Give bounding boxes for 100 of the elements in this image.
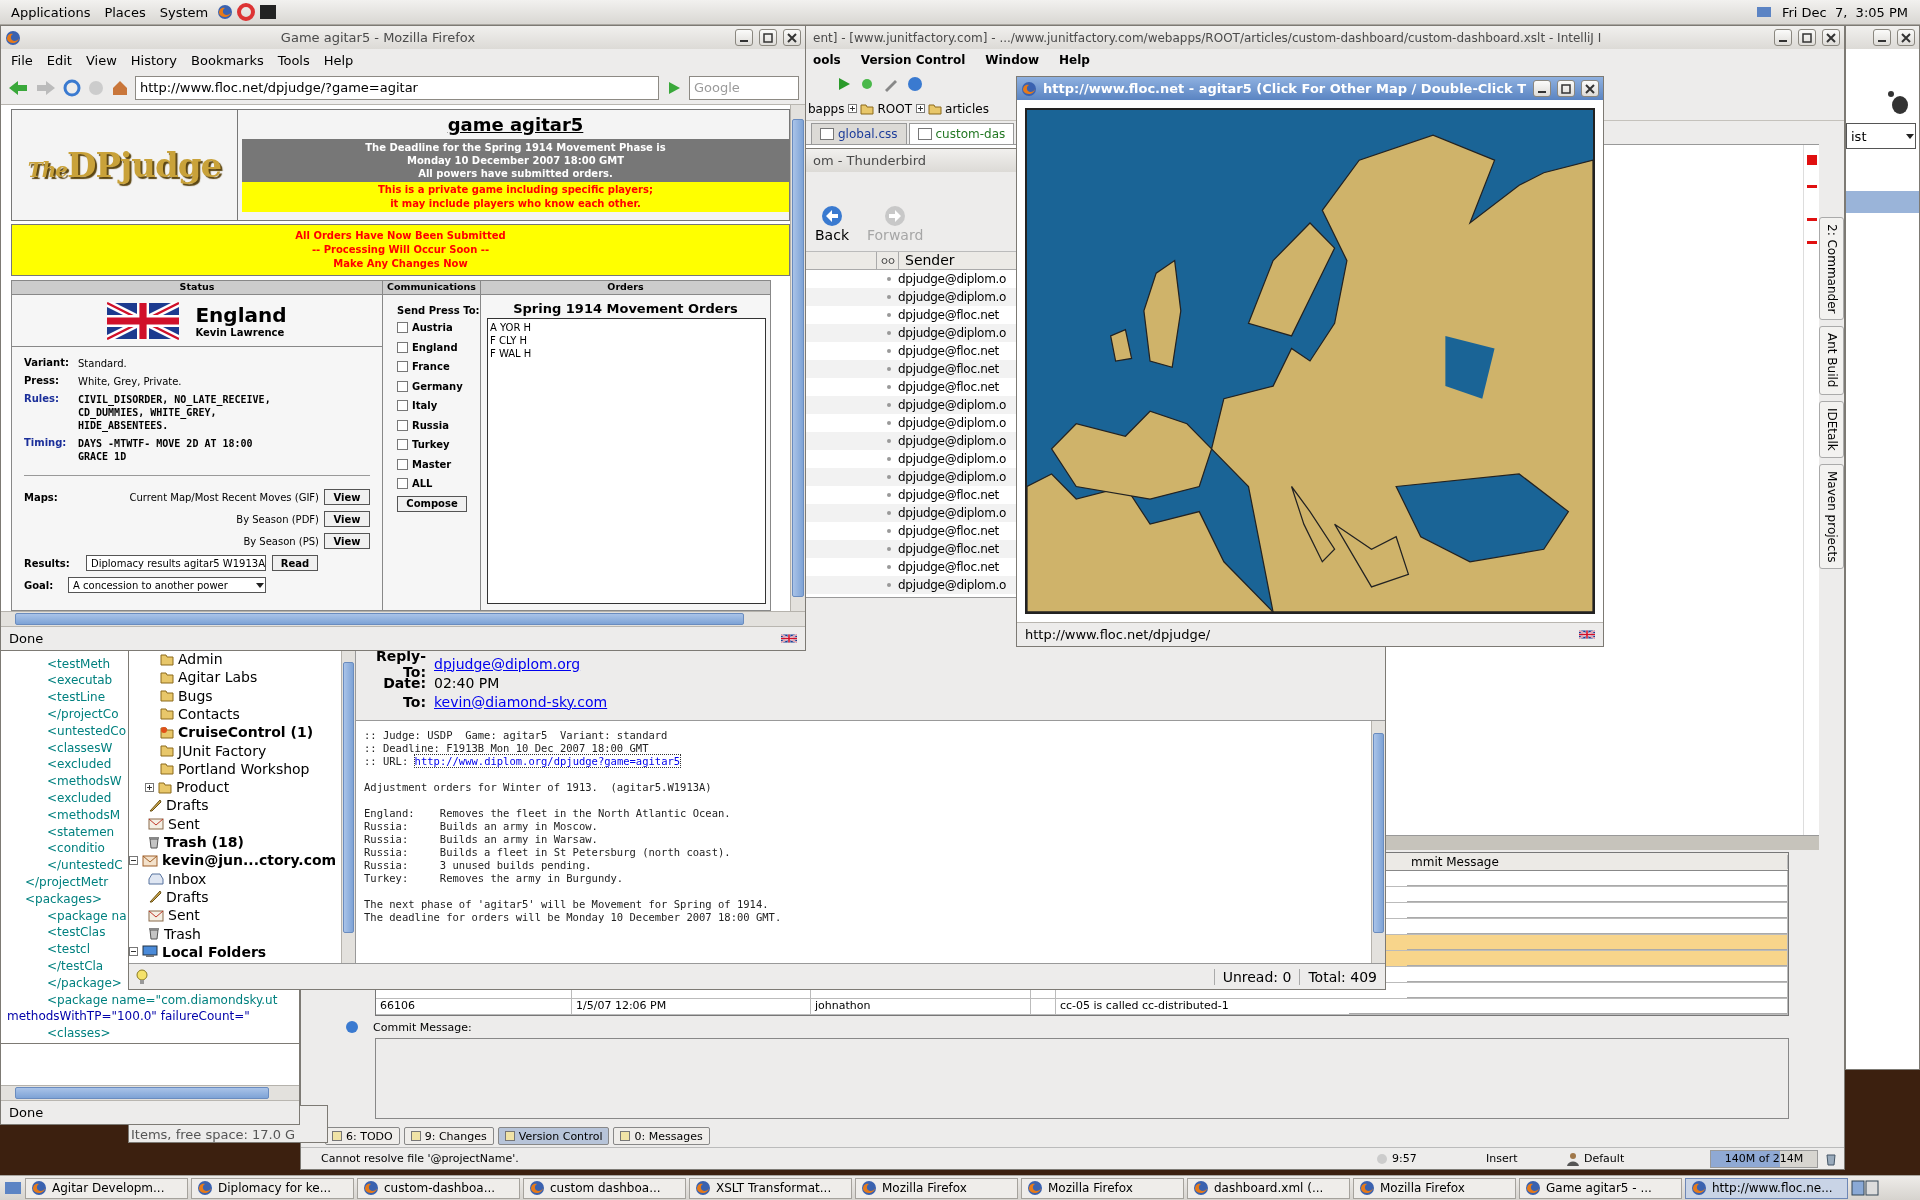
workspace-switcher-icon[interactable] [1851, 1179, 1879, 1197]
taskbar-button[interactable]: Agitar Developm... [25, 1177, 188, 1199]
folder-item[interactable]: Local Folders [129, 942, 341, 961]
breadcrumb[interactable]: ROOT [877, 101, 913, 116]
taskbar-button[interactable]: custom dashboa... [523, 1177, 686, 1199]
panel-menu[interactable]: System [154, 2, 214, 22]
expand-icon[interactable] [145, 782, 154, 792]
folder-item[interactable]: Portland Workshop [129, 759, 341, 779]
folder-item[interactable]: Admin [129, 649, 341, 669]
scrollbar-thumb[interactable] [15, 613, 745, 625]
tool-tab[interactable]: Version Control [497, 1127, 610, 1145]
breadcrumb[interactable]: articles [945, 101, 989, 116]
trash-icon[interactable] [1824, 1151, 1838, 1166]
sender-cell[interactable]: dpjudge@floc.net [898, 542, 999, 556]
taskbar-button[interactable]: Mozilla Firefox [855, 1177, 1018, 1199]
taskbar-button[interactable]: http://www.floc.ne... [1685, 1177, 1848, 1199]
list-dropdown[interactable]: ist [1846, 123, 1916, 149]
press-checkbox[interactable]: Italy [397, 398, 480, 414]
press-checkbox[interactable]: Turkey [397, 437, 480, 453]
sender-cell[interactable]: dpjudge@floc.net [898, 344, 999, 358]
sender-cell[interactable]: dpjudge@floc.net [898, 380, 999, 394]
sender-cell[interactable]: dpjudge@floc.net [898, 488, 999, 502]
view-button[interactable]: View [324, 489, 370, 505]
url-field[interactable]: http://www.floc.net/dpjudge/?game=agitar [135, 75, 659, 100]
view-button[interactable]: View [324, 511, 370, 527]
scrollbar-thumb[interactable] [15, 1087, 269, 1099]
side-tab[interactable]: IDEtalk [1819, 400, 1844, 458]
tool-tab[interactable]: 0: Messages [613, 1127, 710, 1145]
menu-item[interactable]: Window [983, 51, 1042, 69]
sender-cell[interactable]: dpjudge@diplom.o [898, 326, 1007, 340]
folder-item[interactable]: Trash (18) [129, 832, 341, 852]
menu-item[interactable]: ools [811, 51, 843, 69]
sender-cell[interactable]: dpjudge@diplom.o [898, 506, 1007, 520]
press-checkbox[interactable]: Germany [397, 378, 480, 394]
folder-item[interactable]: Product [129, 778, 341, 797]
sender-cell[interactable]: dpjudge@floc.net [898, 560, 999, 574]
error-stripe-mark[interactable] [1806, 155, 1817, 165]
sender-cell[interactable]: dpjudge@floc.net [898, 524, 999, 538]
orders-field[interactable]: A YOR H F CLY H F WAL H [487, 318, 766, 604]
compose-button[interactable]: Compose [397, 495, 467, 512]
close-button[interactable] [1897, 29, 1915, 46]
folder-item[interactable]: Sent [129, 906, 341, 925]
terminal-icon[interactable] [259, 3, 278, 21]
goal-dropdown[interactable]: A concession to another power [68, 577, 266, 593]
read-button[interactable]: Read [272, 555, 318, 571]
maximize-button[interactable] [1798, 29, 1816, 46]
collapse-icon[interactable] [129, 855, 138, 865]
taskbar-button[interactable]: dashboard.xml (... [1187, 1177, 1350, 1199]
sender-cell[interactable]: dpjudge@floc.net [898, 308, 999, 322]
editor-tab[interactable]: global.css [811, 123, 907, 144]
folder-item[interactable]: Inbox [129, 869, 341, 888]
maximize-button[interactable] [759, 29, 777, 46]
close-button[interactable] [1822, 29, 1840, 46]
minimize-button[interactable] [1774, 29, 1792, 46]
reload-icon[interactable] [63, 78, 81, 97]
press-checkbox[interactable]: France [397, 359, 480, 375]
side-tab[interactable]: Ant Build [1819, 326, 1844, 395]
sender-cell[interactable]: dpjudge@diplom.o [898, 578, 1007, 592]
message-link[interactable]: http://www.diplom.org/dpjudge?game=agitar5 [414, 755, 681, 767]
forward-arrow-icon[interactable] [35, 78, 57, 97]
press-checkbox[interactable]: ALL [397, 476, 480, 492]
sender-cell[interactable]: dpjudge@diplom.o [898, 416, 1007, 430]
back-button[interactable]: Back [809, 204, 855, 243]
menu-item[interactable]: Bookmarks [185, 50, 270, 70]
folder-item[interactable]: Drafts [129, 796, 341, 815]
run-icon[interactable] [837, 77, 851, 91]
close-button[interactable] [783, 29, 801, 46]
email-link[interactable]: dpjudge@diplom.org [434, 655, 581, 672]
sender-cell[interactable]: dpjudge@diplom.o [898, 452, 1007, 466]
side-tab[interactable]: 2: Commander [1819, 217, 1844, 321]
sender-cell[interactable]: dpjudge@diplom.o [898, 470, 1007, 484]
home-icon[interactable] [111, 78, 129, 97]
breadcrumb[interactable]: bapps [808, 101, 845, 116]
lifebuoy-icon[interactable] [237, 3, 256, 21]
taskbar-button[interactable]: custom-dashboa... [357, 1177, 520, 1199]
back-arrow-icon[interactable] [7, 78, 29, 97]
editor-tab[interactable]: custom-das [908, 123, 1015, 144]
folder-item[interactable]: Agitar Labs [129, 668, 341, 687]
column-header[interactable]: mmit Message [1411, 854, 1499, 869]
panel-menu[interactable]: Places [99, 2, 151, 22]
folder-item[interactable]: JUnit Factory [129, 741, 341, 760]
menu-item[interactable]: Edit [40, 50, 78, 70]
desktop-icon[interactable] [4, 1179, 22, 1197]
scrollbar-thumb[interactable] [343, 662, 354, 933]
sender-cell[interactable]: dpjudge@diplom.o [898, 398, 1007, 412]
panel-menu[interactable]: Applications [6, 2, 96, 22]
collapse-icon[interactable] [129, 947, 138, 957]
menu-item[interactable]: History [124, 50, 184, 70]
menu-item[interactable]: View [79, 50, 123, 70]
clock[interactable]: Fri Dec 7, 3:05 PM [1775, 4, 1914, 20]
search-field[interactable]: Google [689, 75, 799, 100]
press-checkbox[interactable]: Master [397, 456, 480, 472]
close-button[interactable] [1581, 80, 1599, 97]
press-checkbox[interactable]: England [397, 339, 480, 355]
folder-item[interactable]: Bugs [129, 686, 341, 705]
email-link[interactable]: kevin@diamond-sky.com [434, 693, 608, 710]
scrollbar-thumb[interactable] [1373, 733, 1384, 933]
folder-item[interactable]: CruiseControl (1) [129, 723, 341, 742]
sender-cell[interactable]: dpjudge@diplom.o [898, 434, 1007, 448]
menu-item[interactable]: Help [317, 50, 360, 70]
